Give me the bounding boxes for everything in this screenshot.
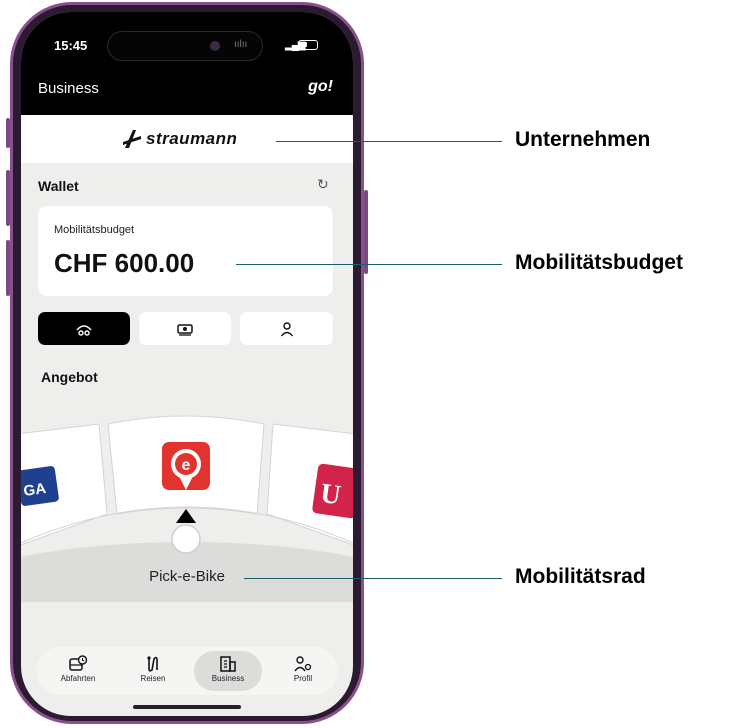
callout-line-budget bbox=[236, 264, 502, 265]
dynamic-island: ıılıı bbox=[107, 31, 263, 61]
home-indicator bbox=[133, 705, 241, 709]
camera-icon bbox=[210, 41, 220, 51]
building-icon bbox=[220, 656, 236, 672]
nav-item-reisen[interactable]: Reisen bbox=[119, 651, 187, 691]
battery-icon bbox=[298, 40, 318, 50]
app-header: 15:45 ıılıı ▂▄▆ Business go! bbox=[21, 12, 353, 115]
company-mark-icon bbox=[123, 130, 141, 148]
nav-label: Reisen bbox=[140, 674, 166, 683]
u-label: U bbox=[318, 478, 342, 512]
callout-budget: Mobilitätsbudget bbox=[515, 251, 683, 274]
selection-pointer-icon bbox=[176, 509, 196, 523]
selected-offer-label: Pick-e-Bike bbox=[149, 568, 225, 585]
nav-item-abfahrten[interactable]: Abfahrten bbox=[44, 651, 112, 691]
phone-screen: 15:45 ıılıı ▂▄▆ Business go! straumann W… bbox=[21, 12, 353, 716]
company-logo: straumann bbox=[121, 128, 237, 150]
status-time: 15:45 bbox=[54, 38, 88, 53]
nav-label: Business bbox=[211, 674, 245, 683]
person-icon bbox=[280, 321, 293, 336]
refresh-icon[interactable]: ↻ bbox=[317, 176, 329, 193]
nav-label: Profil bbox=[293, 674, 313, 683]
profile-settings-icon bbox=[294, 656, 312, 672]
route-icon bbox=[147, 656, 158, 672]
offers-title: Angebot bbox=[41, 369, 98, 385]
callout-line-wheel bbox=[244, 578, 502, 579]
budget-card[interactable]: Mobilitätsbudget CHF 600.00 bbox=[38, 206, 333, 296]
segment-money[interactable] bbox=[139, 312, 231, 345]
callout-wheel: Mobilitätsrad bbox=[515, 565, 646, 588]
sharing-vehicle-icon bbox=[76, 324, 92, 336]
company-banner: straumann bbox=[21, 115, 353, 163]
company-name: straumann bbox=[146, 129, 238, 148]
nav-label: Abfahrten bbox=[60, 674, 96, 683]
bottom-nav: Abfahrten Reisen Business Profil bbox=[36, 647, 338, 695]
bus-clock-icon bbox=[69, 655, 88, 671]
budget-value: CHF 600.00 bbox=[54, 248, 195, 278]
segment-sharing[interactable] bbox=[38, 312, 130, 345]
wheel-knob[interactable] bbox=[171, 524, 201, 554]
power-button bbox=[364, 190, 368, 274]
pick-e-bike-letter: e bbox=[182, 457, 191, 474]
audio-wave-icon: ıılıı bbox=[234, 39, 248, 50]
ga-label: GA bbox=[22, 480, 47, 500]
budget-label: Mobilitätsbudget bbox=[54, 224, 135, 236]
wallet-title: Wallet bbox=[38, 178, 79, 194]
app-logo: go! bbox=[308, 78, 333, 95]
money-icon bbox=[177, 323, 193, 336]
segment-profile[interactable] bbox=[240, 312, 333, 345]
page-title: Business bbox=[38, 80, 99, 97]
nav-item-business[interactable]: Business bbox=[194, 651, 262, 691]
callout-company: Unternehmen bbox=[515, 128, 651, 151]
callout-line-company bbox=[276, 141, 502, 142]
nav-item-profil[interactable]: Profil bbox=[269, 651, 337, 691]
